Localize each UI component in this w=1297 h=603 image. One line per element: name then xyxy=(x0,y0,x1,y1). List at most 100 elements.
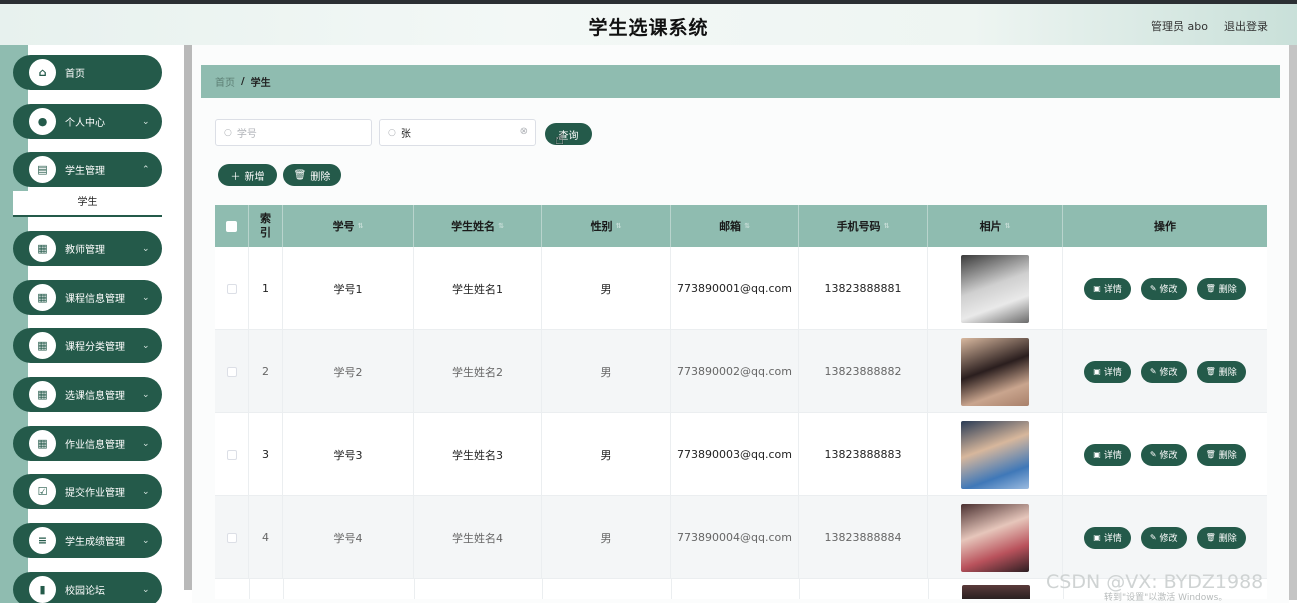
student-photo[interactable] xyxy=(961,420,1029,489)
student-photo[interactable] xyxy=(962,585,1030,599)
column-header-phone[interactable]: 手机号码 ⇅ xyxy=(799,205,928,247)
student-id-cell: 学号1 xyxy=(283,247,414,330)
student-id-cell: 学号4 xyxy=(283,496,414,579)
chevron-icon: ⌄ xyxy=(142,438,150,449)
student-id-search-input[interactable]: ○ 学号 xyxy=(215,119,372,146)
select-all-checkbox[interactable] xyxy=(226,220,237,232)
sidebar-item-label: 作业信息管理 xyxy=(65,440,125,451)
table-row[interactable]: 4 学号4 学生姓名4 男 773890004@qq.com 13823888884 ▣ 详情… xyxy=(215,496,1267,579)
detail-button[interactable]: ▣ 详情 xyxy=(1084,360,1131,383)
actions-cell: ▣ 详情 ✎ 修改 🗑 删除 xyxy=(1063,247,1267,330)
batch-delete-button-label: 删除 xyxy=(310,171,331,183)
user-icon: ● xyxy=(29,108,56,135)
sidebar-item[interactable]: ▮ 校园论坛 ⌄ xyxy=(13,572,162,603)
query-button[interactable]: 查询 xyxy=(545,123,592,145)
detail-button[interactable]: ▣ 详情 xyxy=(1084,443,1131,466)
edit-button[interactable]: ✎ 修改 xyxy=(1140,526,1187,549)
email-cell: 773890004@qq.com xyxy=(671,496,799,579)
logout-link[interactable]: 退出登录 xyxy=(1224,18,1268,34)
clear-icon[interactable]: ⊗ xyxy=(520,126,528,137)
sort-icon[interactable]: ⇅ xyxy=(744,222,750,230)
column-header-index[interactable]: 索引 xyxy=(249,205,283,247)
edit-icon: ✎ xyxy=(1149,367,1157,376)
grid-icon: ▦ xyxy=(29,430,56,457)
delete-button[interactable]: 🗑 删除 xyxy=(1196,360,1246,383)
student-photo[interactable] xyxy=(961,254,1029,323)
delete-button[interactable]: 🗑 删除 xyxy=(1196,443,1246,466)
sidebar-item[interactable]: ≡ 学生成绩管理 ⌄ xyxy=(13,523,162,558)
sort-icon[interactable]: ⇅ xyxy=(616,222,622,230)
table-row[interactable]: 2 学号2 学生姓名2 男 773890002@qq.com 13823888882 ▣ 详情… xyxy=(215,330,1267,413)
page-scrollbar[interactable] xyxy=(1289,45,1297,600)
sidebar-item[interactable]: ▦ 课程分类管理 ⌄ xyxy=(13,328,162,363)
batch-delete-button[interactable]: 🗑 删除 xyxy=(283,164,341,186)
column-header-id[interactable]: 学号 ⇅ xyxy=(283,205,414,247)
column-header-photo[interactable]: 相片 ⇅ xyxy=(928,205,1063,247)
column-header-email[interactable]: 邮箱 ⇅ xyxy=(671,205,799,247)
sort-icon[interactable]: ⇅ xyxy=(358,222,364,230)
email-cell: 773890001@qq.com xyxy=(671,247,799,330)
add-button-label: 新增 xyxy=(244,171,265,183)
sidebar-item-label: 课程分类管理 xyxy=(65,342,125,353)
table-header: 索引 学号 ⇅ 学生姓名 ⇅ 性别 ⇅ 邮箱 ⇅ 手机号码 ⇅ 相片 ⇅ 操作 xyxy=(215,205,1267,247)
table-row[interactable]: 3 学号3 学生姓名3 男 773890003@qq.com 13823888883 ▣ 详情… xyxy=(215,413,1267,496)
search-icon: ○ xyxy=(224,127,232,138)
edit-button[interactable]: ✎ 修改 xyxy=(1140,443,1187,466)
row-checkbox[interactable] xyxy=(226,532,237,543)
sort-icon[interactable]: ⇅ xyxy=(498,222,504,230)
detail-button-label: 详情 xyxy=(1103,368,1122,378)
sidebar-item-label: 首页 xyxy=(65,69,85,80)
column-header-gender[interactable]: 性别 ⇅ xyxy=(542,205,671,247)
gender-cell: 男 xyxy=(542,330,671,413)
student-photo[interactable] xyxy=(961,503,1029,572)
app-title: 学生选课系统 xyxy=(588,17,709,39)
delete-button[interactable]: 🗑 删除 xyxy=(1196,277,1246,300)
breadcrumb-home[interactable]: 首页 xyxy=(215,74,235,89)
sidebar-item[interactable]: ● 个人中心 ⌄ xyxy=(13,104,162,139)
row-checkbox[interactable] xyxy=(226,283,237,294)
breadcrumb: 首页 / 学生 xyxy=(201,65,1280,98)
delete-button-label: 删除 xyxy=(1218,285,1237,295)
delete-button-label: 删除 xyxy=(1218,534,1237,544)
app-header: 学生选课系统 管理员 abo 退出登录 xyxy=(0,4,1297,45)
sidebar-subitem-student[interactable]: 学生 xyxy=(13,191,162,217)
sort-icon[interactable]: ⇅ xyxy=(1005,222,1011,230)
chevron-icon: ⌄ xyxy=(142,292,150,303)
student-name-value: 张 xyxy=(400,129,411,140)
sidebar-item[interactable]: ☑ 提交作业管理 ⌄ xyxy=(13,474,162,509)
chevron-icon: ⌄ xyxy=(142,243,150,254)
check-square-icon: ☑ xyxy=(29,478,56,505)
search-icon: ○ xyxy=(388,127,396,138)
row-checkbox[interactable] xyxy=(226,449,237,460)
column-divider xyxy=(671,579,672,599)
sidebar-item[interactable]: ▦ 课程信息管理 ⌄ xyxy=(13,280,162,315)
sidebar-item-label: 课程信息管理 xyxy=(65,294,125,305)
detail-button[interactable]: ▣ 详情 xyxy=(1084,277,1131,300)
add-button[interactable]: ＋ 新增 xyxy=(218,164,277,186)
photo-cell xyxy=(928,496,1063,579)
sidebar-item[interactable]: ▦ 选课信息管理 ⌄ xyxy=(13,377,162,412)
sidebar-item[interactable]: ▦ 教师管理 ⌄ xyxy=(13,231,162,266)
delete-button[interactable]: 🗑 删除 xyxy=(1196,526,1246,549)
breadcrumb-current: 学生 xyxy=(250,78,271,89)
student-name-search-input[interactable]: ○ 张 ⊗ xyxy=(379,119,536,146)
table-row[interactable]: 1 学号1 学生姓名1 男 773890001@qq.com 13823888881 ▣ 详情… xyxy=(215,247,1267,330)
sidebar-item[interactable]: ⌂ 首页 xyxy=(13,55,162,90)
breadcrumb-separator: / xyxy=(241,76,245,87)
column-divider xyxy=(414,579,415,599)
student-photo[interactable] xyxy=(961,337,1029,406)
gender-cell: 男 xyxy=(542,496,671,579)
edit-button[interactable]: ✎ 修改 xyxy=(1140,360,1187,383)
sidebar-scrollbar[interactable] xyxy=(184,45,192,590)
detail-button-label: 详情 xyxy=(1103,534,1122,544)
column-header-name[interactable]: 学生姓名 ⇅ xyxy=(414,205,542,247)
grid-icon: ▦ xyxy=(29,381,56,408)
edit-button[interactable]: ✎ 修改 xyxy=(1140,277,1187,300)
column-header-label: 操作 xyxy=(1154,220,1176,233)
detail-button[interactable]: ▣ 详情 xyxy=(1084,526,1131,549)
row-checkbox[interactable] xyxy=(226,366,237,377)
sidebar-item[interactable]: ▤ 学生管理 ⌃ xyxy=(13,152,162,187)
sort-icon[interactable]: ⇅ xyxy=(884,222,890,230)
sidebar-item[interactable]: ▦ 作业信息管理 ⌄ xyxy=(13,426,162,461)
sidebar-item-label: 学生成绩管理 xyxy=(65,537,125,548)
